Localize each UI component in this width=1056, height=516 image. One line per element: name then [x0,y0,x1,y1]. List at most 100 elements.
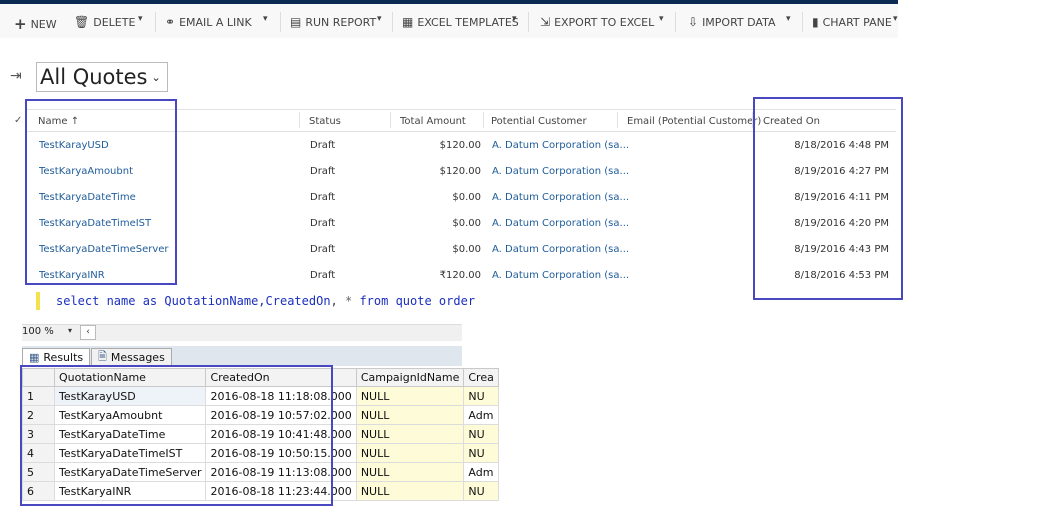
grid-cell-amount: $0.00 [452,218,481,229]
export-excel-button[interactable]: ⇲ EXPORT TO EXCEL [540,15,654,29]
tab-results-label: Results [43,351,84,364]
grid-cell-amount: $0.00 [452,192,481,203]
grid-cell-status: Draft [310,270,336,281]
chart-pane-button[interactable]: ▮ CHART PANE [812,15,892,29]
result-cell-campaign[interactable]: NULL [355,481,465,501]
link-icon: ⚭ [165,15,176,29]
chevron-down-icon: ⌄ [151,71,161,84]
run-report-label: RUN REPORT [305,15,377,29]
grid-cell-status: Draft [310,244,336,255]
templates-dropdown-icon[interactable]: ▾ [512,14,517,24]
column-separator [483,112,484,128]
export-icon: ⇲ [540,15,551,29]
import-dropdown-icon[interactable]: ▾ [786,14,791,24]
bar-chart-icon: ▮ [812,15,819,29]
grid-cell-status: Draft [310,192,336,203]
delete-button[interactable]: 🗑 DELETE [74,15,135,29]
tab-results[interactable]: ▦ Results [22,348,91,366]
toolbar-separator [675,12,676,32]
view-title: All Quotes [40,65,148,89]
sql-from-clause: from quote order [359,294,476,308]
new-label: NEW [30,17,57,31]
report-dropdown-icon[interactable]: ▾ [377,14,382,24]
highlight-box-results [20,365,333,506]
grid-cell-amount: $120.00 [439,166,481,177]
column-separator [390,112,391,128]
column-header-potential-customer[interactable]: Potential Customer [491,116,587,127]
grid-cell-customer[interactable]: A. Datum Corporation (sa... [492,218,629,229]
toolbar-separator [392,12,393,32]
result-cell-crea[interactable]: NU [463,481,499,501]
delete-label: DELETE [93,15,136,29]
results-header-crea[interactable]: Crea [463,368,499,387]
grid-icon: ▦ [29,351,40,364]
excel-templates-button[interactable]: ▦ EXCEL TEMPLATES [402,15,519,29]
view-selector[interactable]: All Quotes ⌄ [36,62,168,92]
grid-cell-status: Draft [310,140,336,151]
result-cell-crea[interactable]: Adm [463,462,499,482]
result-cell-crea[interactable]: Adm [463,405,499,425]
grid-cell-customer[interactable]: A. Datum Corporation (sa... [492,270,629,281]
editor-change-marker [36,292,40,310]
highlight-box-created-on-column [753,97,903,300]
column-header-total-amount[interactable]: Total Amount [400,116,466,127]
scroll-left-icon[interactable]: ‹ [80,325,96,340]
toolbar-separator [155,12,156,32]
grid-cell-customer[interactable]: A. Datum Corporation (sa... [492,244,629,255]
zoom-level[interactable]: 100 % [22,326,54,337]
import-data-button[interactable]: ⇩ IMPORT DATA [688,15,776,29]
pin-icon[interactable]: ⇥ [10,68,22,84]
result-cell-campaign[interactable]: NULL [355,386,465,406]
grid-cell-customer[interactable]: A. Datum Corporation (sa... [492,192,629,203]
highlight-box-name-column [25,99,177,285]
result-cell-campaign[interactable]: NULL [355,462,465,482]
result-cell-campaign[interactable]: NULL [355,424,465,444]
excel-templates-label: EXCEL TEMPLATES [417,15,519,29]
command-bar: + NEW 🗑 DELETE ▾ ⚭ EMAIL A LINK ▾ ▤ RUN … [0,4,898,38]
run-report-button[interactable]: ▤ RUN REPORT [290,15,376,29]
email-dropdown-icon[interactable]: ▾ [263,14,268,24]
grid-cell-amount: ₹120.00 [439,270,481,281]
grid-cell-customer[interactable]: A. Datum Corporation (sa... [492,166,629,177]
grid-cell-amount: $0.00 [452,244,481,255]
import-data-label: IMPORT DATA [702,15,776,29]
chart-dropdown-icon[interactable]: ▾ [893,14,898,24]
column-header-status[interactable]: Status [309,116,341,127]
column-header-email[interactable]: Email (Potential Customer) [627,116,761,127]
new-button[interactable]: + NEW [14,15,57,33]
result-cell-crea[interactable]: NU [463,386,499,406]
sql-comma: , [330,294,345,308]
tab-messages-label: Messages [110,351,165,364]
toolbar-separator [280,12,281,32]
delete-dropdown-icon[interactable]: ▾ [138,14,143,24]
result-cell-campaign[interactable]: NULL [355,405,465,425]
plus-icon: + [14,15,27,33]
trash-icon: 🗑 [74,15,90,29]
email-link-label: EMAIL A LINK [179,15,252,29]
grid-cell-amount: $120.00 [439,140,481,151]
toolbar-separator [528,12,529,32]
grid-cell-customer[interactable]: A. Datum Corporation (sa... [492,140,629,151]
export-excel-label: EXPORT TO EXCEL [554,15,655,29]
export-dropdown-icon[interactable]: ▾ [659,14,664,24]
result-cell-crea[interactable]: NU [463,424,499,444]
report-icon: ▤ [290,15,302,29]
column-separator [299,112,300,128]
grid-cell-status: Draft [310,218,336,229]
grid-cell-status: Draft [310,166,336,177]
chart-pane-label: CHART PANE [822,15,892,29]
sql-query-editor[interactable]: select name as QuotationName,CreatedOn, … [56,294,475,308]
excel-icon: ▦ [402,15,414,29]
result-cell-campaign[interactable]: NULL [355,443,465,463]
select-all-checkbox-icon[interactable]: ✓ [14,115,22,126]
zoom-dropdown-icon[interactable]: ▾ [68,326,72,335]
sql-star: * [345,294,360,308]
toolbar-separator [802,12,803,32]
import-icon: ⇩ [688,15,699,29]
sql-keyword: select name as [56,294,165,308]
column-separator [617,112,618,128]
sql-columns: QuotationName,CreatedOn [164,294,331,308]
email-link-button[interactable]: ⚭ EMAIL A LINK [165,15,252,29]
results-header-campaign-id-name[interactable]: CampaignIdName [355,368,465,387]
result-cell-crea[interactable]: NU [463,443,499,463]
